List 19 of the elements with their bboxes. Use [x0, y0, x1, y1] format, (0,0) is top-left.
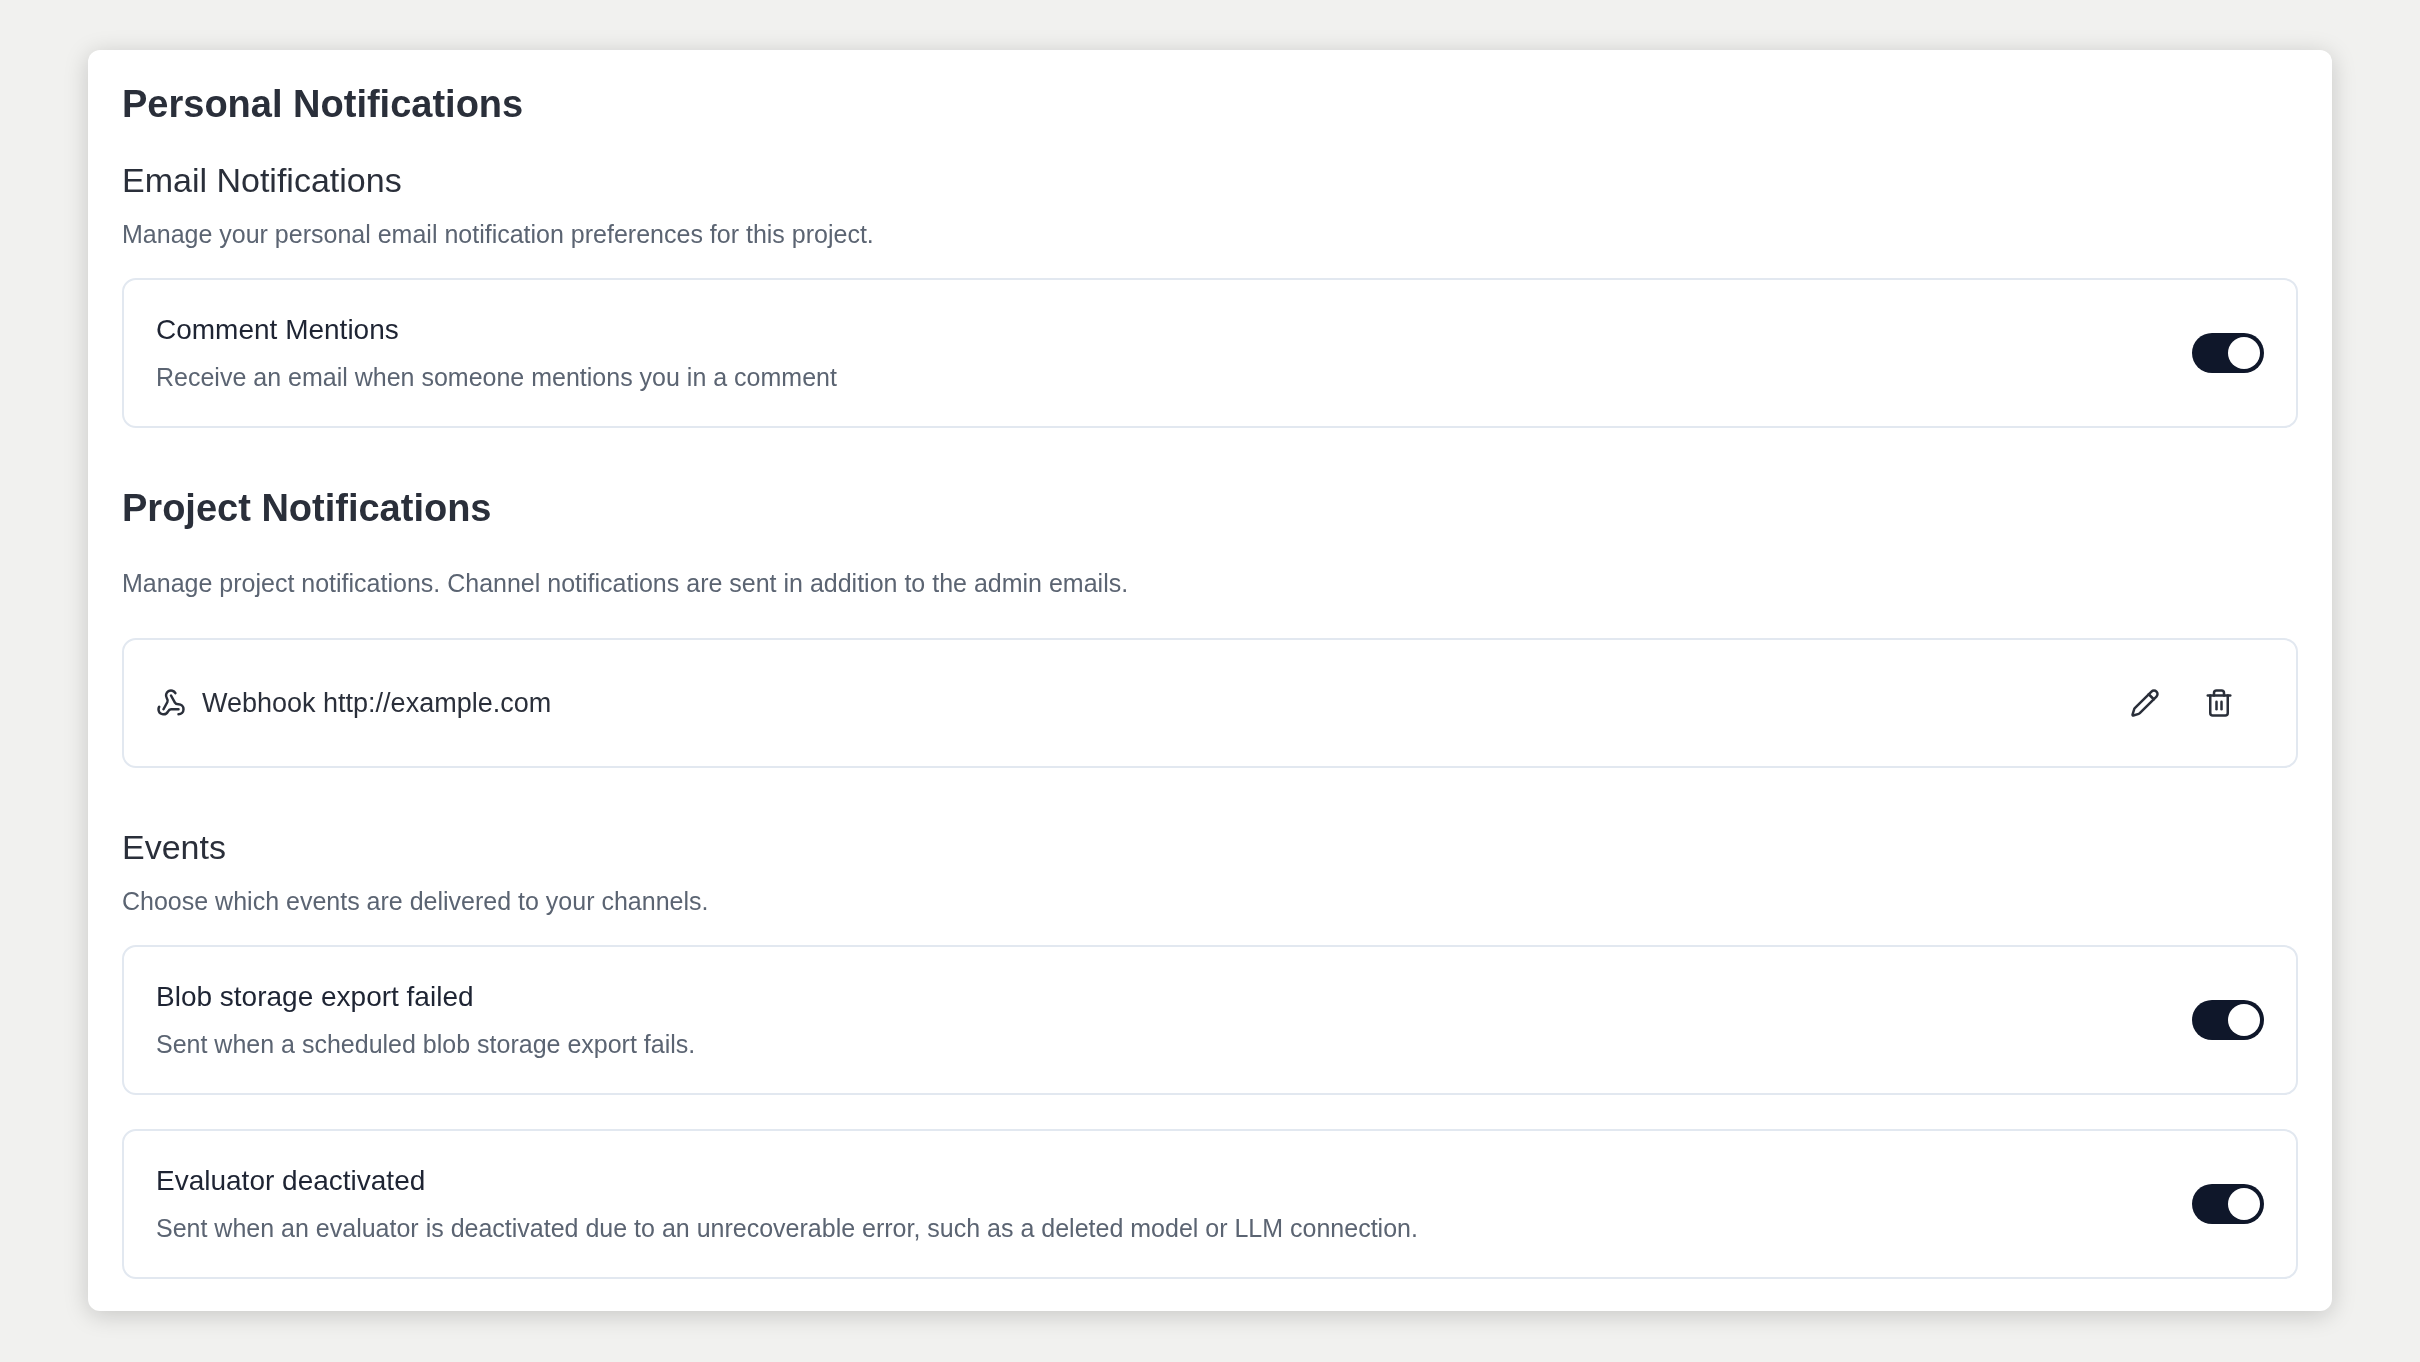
- setting-title: Evaluator deactivated: [156, 1163, 427, 1198]
- section-description: Manage project notifications. Channel notifications are sent in addition to the admin emails.: [122, 567, 1130, 599]
- toggle-switch[interactable]: [2192, 1183, 2264, 1224]
- section-description: Choose which events are delivered to your channels.: [122, 886, 710, 917]
- section-heading: Events: [122, 827, 227, 868]
- channel-label: Webhook http://example.com: [202, 686, 552, 720]
- section-heading: Project Notifications: [122, 485, 493, 531]
- edit-button[interactable]: [2128, 686, 2162, 720]
- webhook-icon: [156, 688, 186, 718]
- setting-title: Comment Mentions: [156, 312, 400, 347]
- setting-description: Sent when an evaluator is deactivated due to an unrecoverable error, such as a deleted model or LLM connection.: [156, 1212, 1418, 1244]
- page-title: Personal Notifications: [122, 82, 525, 127]
- setting-title: Blob storage export failed: [156, 979, 475, 1014]
- section-description: Manage your personal email notification preferences for this project.: [122, 219, 875, 250]
- toggle-switch[interactable]: [2192, 332, 2264, 373]
- setting-description: Receive an email when someone mentions you in a comment: [156, 361, 837, 393]
- section-heading: Email Notifications: [122, 160, 403, 201]
- toggle-switch[interactable]: [2192, 999, 2264, 1040]
- setting-description: Sent when a scheduled blob storage export fails.: [156, 1028, 696, 1060]
